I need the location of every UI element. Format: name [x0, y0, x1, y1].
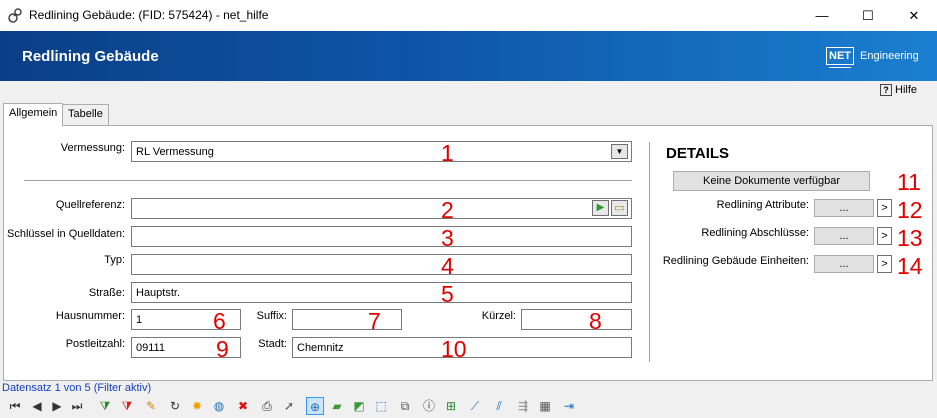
help-button[interactable]: ? Hilfe	[880, 84, 917, 100]
marker-4: 4	[441, 253, 454, 279]
suffix-label: Suffix:	[256, 310, 287, 322]
stadt-value: Chemnitz	[297, 342, 344, 354]
quellreferenz-label: Quellreferenz:	[55, 199, 125, 211]
marker-5: 5	[441, 281, 454, 307]
redlining-abschluesse-button[interactable]: ...	[814, 227, 874, 245]
close-icon: ✕	[908, 8, 920, 23]
plz-label: Postleitzahl:	[65, 338, 125, 350]
close-button[interactable]: ✕	[891, 0, 937, 31]
select-cursor-icon[interactable]: ➚	[280, 397, 298, 415]
window-title-bar: Redlining Gebäude: (FID: 575424) - net_h…	[0, 0, 937, 31]
strasse-label: Straße:	[88, 287, 125, 299]
maximize-icon: ☐	[862, 8, 874, 23]
logo-text: Engineering	[860, 50, 919, 62]
marker-7: 7	[368, 308, 381, 334]
print-icon[interactable]: ⎙	[258, 397, 276, 415]
marker-11: 11	[897, 169, 921, 195]
refresh-icon[interactable]: ↻	[166, 397, 184, 415]
stadt-label: Stadt:	[258, 338, 287, 350]
new-record-icon[interactable]: ✸	[188, 397, 206, 415]
schluessel-input[interactable]	[131, 226, 632, 247]
copy-shape-icon[interactable]: ⧉	[396, 397, 414, 415]
marker-13: 13	[897, 225, 923, 251]
add-layer-icon[interactable]: ⊞	[442, 397, 460, 415]
redlining-attribute-label: Redlining Attribute:	[716, 199, 809, 211]
chevron-down-icon[interactable]: ▼	[611, 144, 628, 159]
form-divider	[24, 180, 632, 182]
marker-1: 1	[441, 140, 454, 166]
vermessung-select[interactable]: RL Vermessung	[131, 141, 632, 162]
logo-box: NET	[826, 47, 854, 65]
polygon-select-icon[interactable]: ⬚	[372, 397, 390, 415]
question-icon: ?	[880, 84, 892, 97]
maximize-button[interactable]: ☐	[845, 0, 891, 31]
suffix-input[interactable]	[292, 309, 402, 330]
redlining-attribute-open[interactable]: >	[877, 199, 892, 217]
record-status: Datensatz 1 von 5 (Filter aktiv)	[2, 382, 152, 394]
typ-input[interactable]	[131, 254, 632, 275]
globe-icon[interactable]: ◍	[210, 397, 228, 415]
delete-icon[interactable]: ✖	[234, 397, 252, 415]
marker-12: 12	[897, 197, 923, 223]
marker-9: 9	[216, 336, 229, 362]
marker-6: 6	[213, 308, 226, 334]
first-record-icon[interactable]: ⏮	[6, 397, 24, 415]
tab-tabelle[interactable]: Tabelle	[62, 104, 109, 125]
details-heading: DETAILS	[666, 145, 730, 162]
redlining-abschluesse-open[interactable]: >	[877, 227, 892, 245]
open-folder-icon[interactable]: ▭	[611, 200, 628, 216]
typ-label: Typ:	[104, 254, 125, 266]
marker-2: 2	[441, 197, 454, 223]
polygon-icon[interactable]: ▰	[328, 397, 346, 415]
quellreferenz-input[interactable]	[131, 198, 632, 219]
export-icon[interactable]: ⇥	[560, 397, 578, 415]
header-banner: Redlining Gebäude NET Engineering	[0, 31, 937, 81]
marker-14: 14	[897, 253, 923, 279]
vermessung-label: Vermessung:	[60, 142, 125, 154]
redlining-einheiten-label: Redlining Gebäude Einheiten:	[662, 255, 809, 267]
plz-value: 09111	[136, 342, 165, 354]
previous-record-icon[interactable]: ◀	[28, 397, 46, 415]
filter-add-icon[interactable]: ⧩	[96, 397, 114, 415]
table-icon[interactable]: ▦	[536, 397, 554, 415]
hausnummer-label: Hausnummer:	[55, 310, 125, 322]
redlining-einheiten-button[interactable]: ...	[814, 255, 874, 273]
logo-underline	[829, 67, 851, 68]
line-tool-icon[interactable]: ⟋	[466, 397, 484, 415]
strasse-value: Hauptstr.	[136, 287, 181, 299]
marker-3: 3	[441, 225, 454, 251]
app-icon	[7, 7, 24, 24]
edit-pencil-icon[interactable]: ✎	[142, 397, 160, 415]
strasse-input[interactable]: Hauptstr.	[131, 282, 632, 303]
redlining-einheiten-open[interactable]: >	[877, 255, 892, 273]
kuerzel-label: Kürzel:	[481, 310, 516, 322]
info-icon[interactable]: ⓘ	[420, 397, 438, 415]
zoom-icon[interactable]: ⊕	[306, 397, 324, 415]
line-split-icon[interactable]: ⫽	[490, 397, 508, 415]
minimize-button[interactable]: —	[799, 0, 845, 31]
join-lines-icon[interactable]: ⇶	[514, 397, 532, 415]
documents-button[interactable]: Keine Dokumente verfügbar	[673, 171, 870, 191]
hausnummer-value: 1	[136, 314, 143, 326]
play-icon[interactable]: ▶	[592, 200, 609, 216]
redlining-abschluesse-label: Redlining Abschlüsse:	[701, 227, 809, 239]
last-record-icon[interactable]: ⏭	[68, 397, 86, 415]
marker-8: 8	[589, 308, 602, 334]
details-divider	[649, 142, 651, 362]
polygon-merge-icon[interactable]: ◩	[350, 397, 368, 415]
tab-allgemein[interactable]: Allgemein	[3, 103, 64, 126]
window-title: Redlining Gebäude: (FID: 575424) - net_h…	[29, 8, 269, 22]
banner-title: Redlining Gebäude	[22, 48, 159, 65]
redlining-attribute-button[interactable]: ...	[814, 199, 874, 217]
vermessung-value: RL Vermessung	[136, 146, 214, 158]
next-record-icon[interactable]: ▶	[48, 397, 66, 415]
kuerzel-input[interactable]	[521, 309, 632, 330]
marker-10: 10	[441, 336, 467, 362]
bottom-toolbar: ⏮ ◀ ▶ ⏭ ⧩ ⧩ ✎ ↻ ✸ ◍ ✖ ⎙ ➚ ⊕ ▰ ◩ ⬚ ⧉ ⓘ ⊞ ⟋ ⫽ ⇶ ▦ ⇥	[0, 395, 937, 418]
filter-remove-icon[interactable]: ⧩	[118, 397, 136, 415]
schluessel-label: Schlüssel in Quelldaten:	[6, 228, 125, 240]
help-label: Hilfe	[895, 84, 918, 96]
minimize-icon: —	[815, 8, 829, 23]
